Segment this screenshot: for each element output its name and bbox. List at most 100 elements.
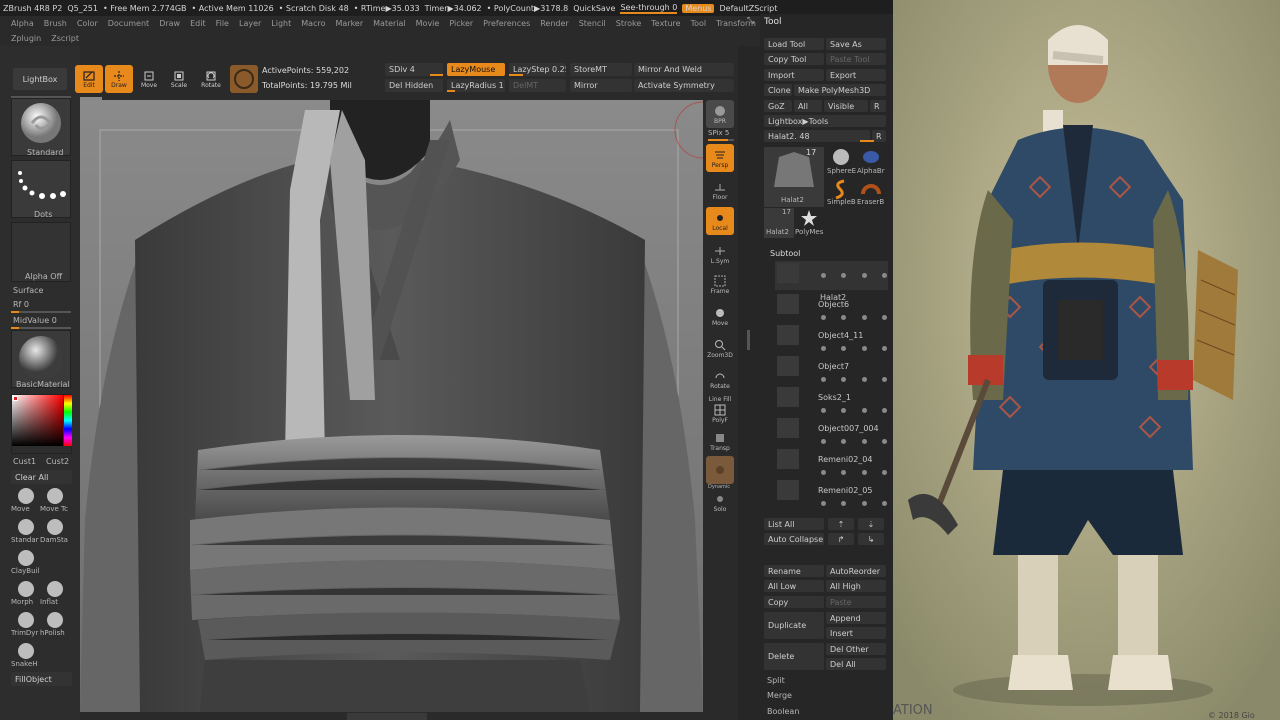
tool-thumb-eraserbrush[interactable]: EraserB (856, 178, 886, 208)
cust1-label[interactable]: Cust1 (13, 457, 36, 466)
merge-section[interactable]: Merge (767, 691, 792, 700)
subtool-item[interactable]: Halat2 (775, 261, 888, 302)
menu-layer[interactable]: Layer (239, 19, 261, 28)
menu-zplugin[interactable]: Zplugin (11, 34, 41, 43)
color-picker[interactable] (11, 394, 72, 454)
see-through-slider[interactable]: See-through 0 (620, 3, 678, 14)
tool-thumb-sphere[interactable]: SphereE (826, 147, 856, 177)
brush-icon[interactable] (861, 346, 867, 351)
floor-button[interactable]: Floor (706, 176, 734, 204)
storemt-button[interactable]: StoreMT (570, 63, 632, 76)
solo-button[interactable]: Solo (706, 488, 734, 516)
list-all-button[interactable]: List All (764, 518, 824, 530)
export-button[interactable]: Export (826, 69, 886, 81)
rotate-button[interactable]: Rotate (197, 65, 225, 93)
brush-icon[interactable] (861, 439, 867, 444)
hue-strip[interactable] (64, 395, 72, 446)
midvalue-slider-track[interactable] (11, 327, 71, 329)
tool-thumb-halat2-small[interactable]: 17 Halat2 (764, 208, 794, 238)
eye-icon[interactable] (881, 501, 887, 506)
del-other-button[interactable]: Del Other (826, 643, 886, 655)
brush-claybuil[interactable]: ClayBuil (11, 548, 41, 578)
clear-all-button[interactable]: Clear All (11, 470, 72, 484)
eye-icon[interactable] (881, 315, 887, 320)
subtool-item[interactable]: Object007_004 (775, 416, 888, 445)
polypaint-icon[interactable] (841, 501, 847, 506)
eye-icon[interactable] (881, 470, 887, 475)
subtool-item[interactable]: Object4_11 (775, 323, 888, 352)
insert-button[interactable]: Insert (826, 627, 886, 639)
all-low-button[interactable]: All Low (764, 580, 824, 592)
brush-trimdyr[interactable]: TrimDyr (11, 610, 41, 640)
canvas-viewport[interactable] (80, 100, 703, 712)
arrow-up-right-button[interactable]: ↱ (828, 533, 854, 545)
menu-texture[interactable]: Texture (651, 19, 680, 28)
rf-slider-track[interactable] (11, 311, 71, 313)
del-all-button[interactable]: Del All (826, 658, 886, 670)
tool-thumb-main[interactable]: 17 Halat2 (764, 147, 824, 207)
copy-tool-button[interactable]: Copy Tool (764, 53, 824, 65)
subtool-item[interactable]: Remeni02_04 (775, 447, 888, 476)
autoreorder-button[interactable]: AutoReorder (826, 565, 886, 577)
move-button[interactable]: Move (135, 65, 163, 93)
transp-button[interactable]: Transp (706, 427, 734, 455)
append-button[interactable]: Append (826, 612, 886, 624)
brush-icon[interactable] (861, 408, 867, 413)
menu-stroke[interactable]: Stroke (616, 19, 642, 28)
brush-icon[interactable] (861, 501, 867, 506)
delete-button[interactable]: Delete (764, 643, 824, 670)
split-section[interactable]: Split (767, 676, 785, 685)
menu-zscript[interactable]: Zscript (51, 34, 79, 43)
menu-edit[interactable]: Edit (190, 19, 206, 28)
menu-movie[interactable]: Movie (416, 19, 440, 28)
lsym-button[interactable]: L.Sym (706, 240, 734, 268)
make-polymesh3d-button[interactable]: Make PolyMesh3D (794, 84, 886, 96)
brush-snakeh[interactable]: SnakeH (11, 641, 41, 671)
dynamic-button[interactable] (706, 456, 734, 484)
brush-move[interactable]: Move (11, 486, 41, 516)
visibility-toggle-icon[interactable] (821, 470, 826, 475)
copy-subtool-button[interactable]: Copy (764, 596, 824, 608)
menu-macro[interactable]: Macro (301, 19, 325, 28)
menu-alpha[interactable]: Alpha (11, 19, 34, 28)
brush-icon[interactable] (861, 470, 867, 475)
zoom3d-button[interactable]: Zoom3D (706, 334, 734, 362)
cust2-label[interactable]: Cust2 (46, 457, 69, 466)
tool-thumb-polymesh[interactable]: PolyMes (794, 208, 824, 238)
subtool-header[interactable]: Subtool (770, 249, 800, 258)
scroll-thumb[interactable] (747, 330, 750, 350)
menus-toggle[interactable]: Menus (682, 3, 715, 13)
lightbox-button[interactable]: LightBox (13, 68, 67, 90)
viewport-scroll-handle[interactable] (347, 713, 427, 720)
eye-icon[interactable] (881, 408, 887, 413)
midvalue-slider[interactable]: MidValue 0 (13, 316, 57, 325)
visibility-toggle-icon[interactable] (821, 408, 826, 413)
menu-tool[interactable]: Tool (691, 19, 707, 28)
rotate-view-button[interactable]: Rotate (706, 365, 734, 393)
activate-symmetry-button[interactable]: Activate Symmetry (634, 79, 734, 92)
polyframe-button[interactable]: Line Fill PolyF (706, 396, 734, 424)
menu-light[interactable]: Light (271, 19, 291, 28)
all-high-button[interactable]: All High (826, 580, 886, 592)
lightbox-tools-button[interactable]: Lightbox▶Tools (764, 115, 886, 127)
mirror-button[interactable]: Mirror (570, 79, 632, 92)
subtool-item[interactable]: Object6 (775, 292, 888, 321)
goz-visible-button[interactable]: Visible (824, 100, 868, 112)
paste-tool-button[interactable]: Paste Tool (826, 53, 886, 65)
tool-thumb-alphabrush[interactable]: AlphaBr (856, 147, 886, 177)
spix-slider-track[interactable] (708, 139, 734, 141)
quicksave-button[interactable]: QuickSave (573, 4, 615, 13)
tray-scrollbar[interactable] (738, 46, 760, 720)
visibility-toggle-icon[interactable] (821, 315, 826, 320)
menu-material[interactable]: Material (373, 19, 406, 28)
visibility-toggle-icon[interactable] (821, 439, 826, 444)
eye-icon[interactable] (881, 273, 887, 278)
brush-hpolish[interactable]: hPolish (40, 610, 70, 640)
goz-button[interactable]: GoZ (764, 100, 792, 112)
eye-icon[interactable] (881, 346, 887, 351)
visibility-toggle-icon[interactable] (821, 377, 826, 382)
brush-morph[interactable]: Morph (11, 579, 41, 609)
brush-icon[interactable] (861, 377, 867, 382)
default-zscript-button[interactable]: DefaultZScript (719, 4, 777, 13)
subtool-item[interactable]: Soks2_1 (775, 385, 888, 414)
